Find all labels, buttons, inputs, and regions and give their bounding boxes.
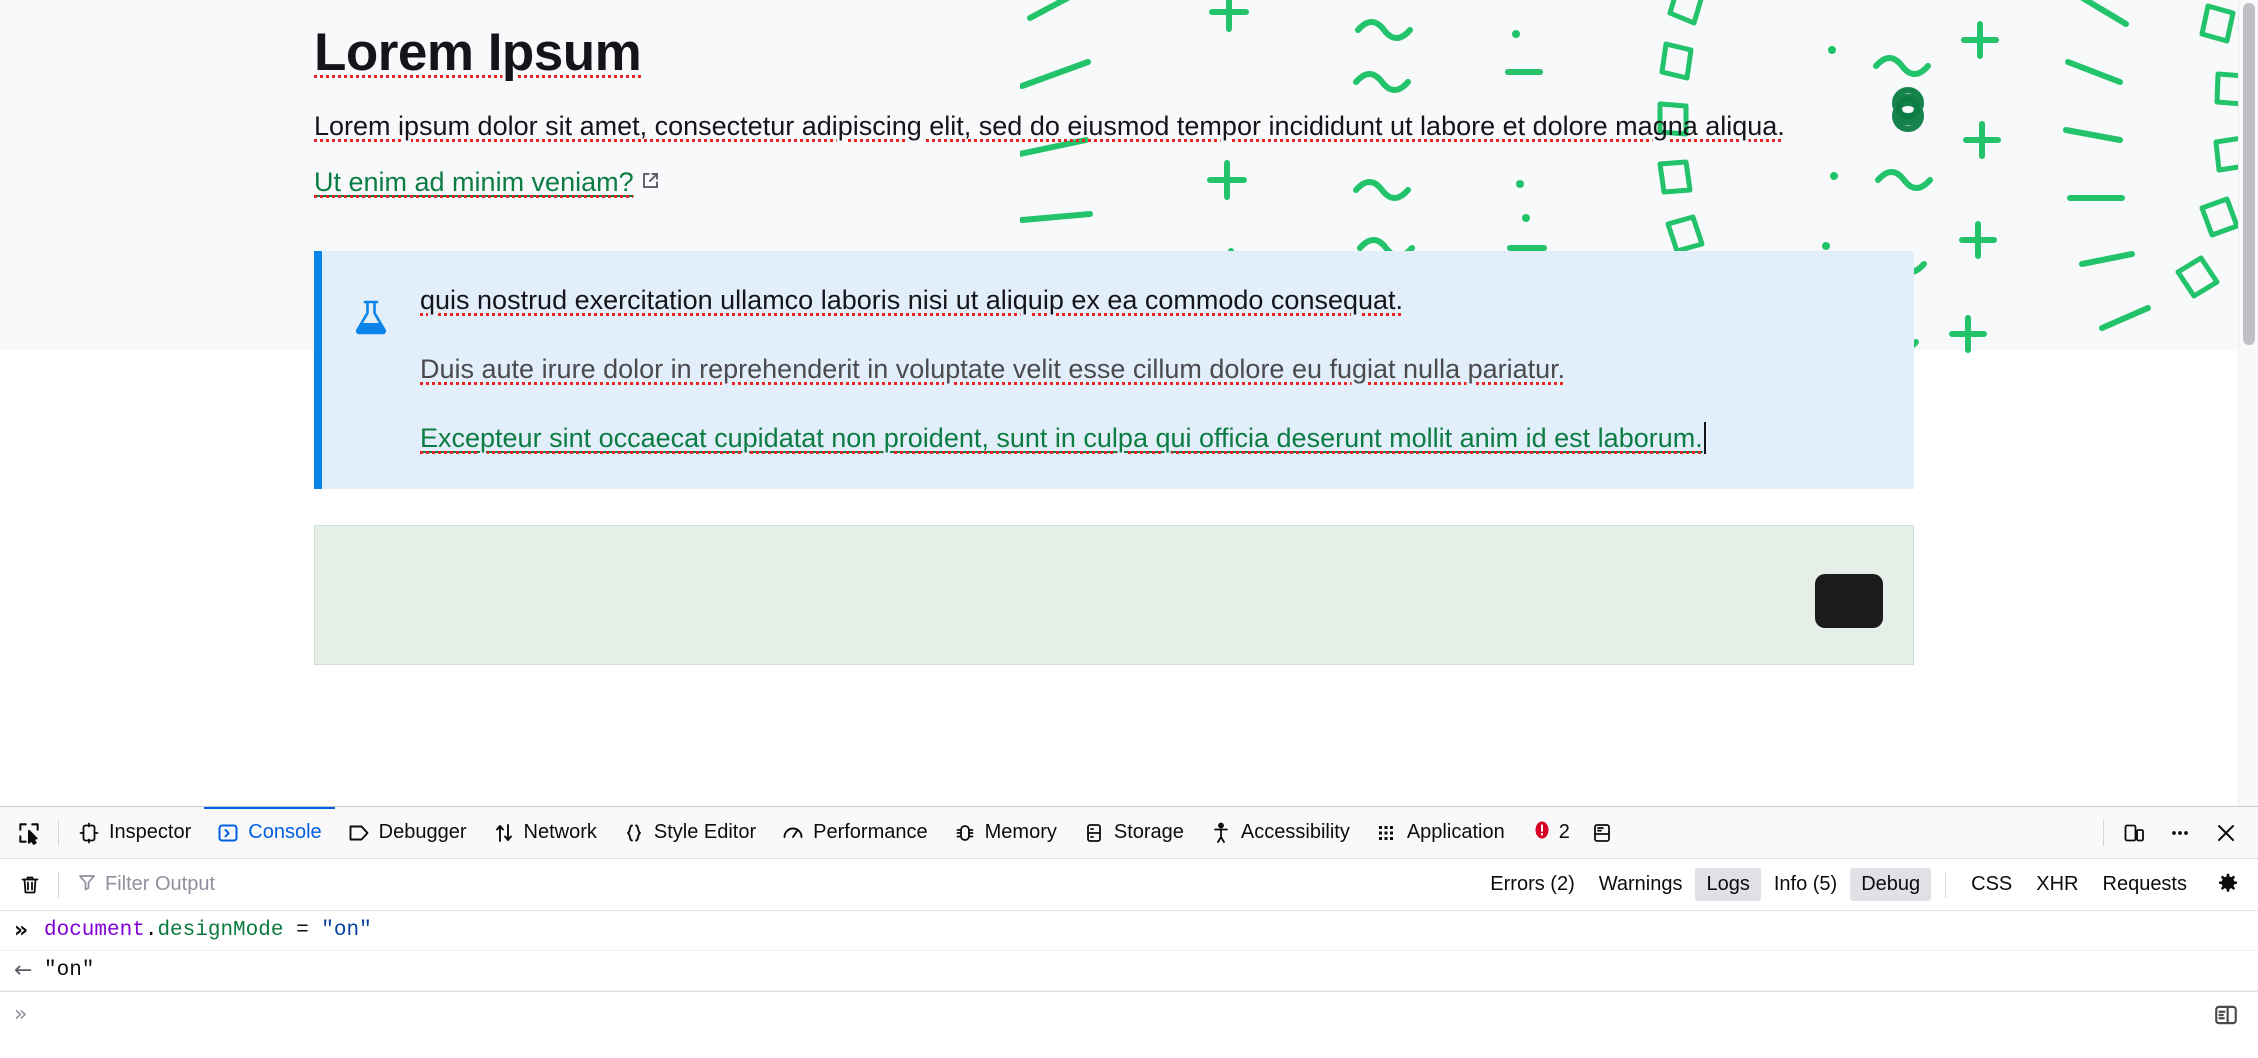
tab-memory-label: Memory [984,821,1057,843]
expression-dot: . [144,919,158,942]
console-prompt[interactable]: » [0,991,2258,1037]
tab-storage-label: Storage [1113,821,1184,843]
toolbar-separator [58,819,59,846]
application-icon [1376,822,1398,844]
expression-value: "on" [321,919,372,942]
filter-warnings[interactable]: Warnings [1588,868,1694,901]
error-count-badge[interactable]: 2 [1522,820,1580,846]
expression-operator: = [283,919,322,942]
split-console-toggle-icon[interactable] [2208,997,2244,1033]
filterbar-separator [58,871,59,898]
page-scrollbar-thumb[interactable] [2243,3,2255,345]
close-icon[interactable] [2204,813,2248,853]
tab-network[interactable]: Network [480,807,610,858]
tab-storage[interactable]: Storage [1070,807,1197,858]
excepteur-link[interactable]: Excepteur sint occaecat cupidatat non pr… [420,423,1703,453]
console-filter-bar: Errors (2) Warnings Logs Info (5) Debug … [0,859,2258,911]
console-icon [217,822,239,844]
tab-performance[interactable]: Performance [769,807,941,858]
tab-console[interactable]: Console [204,807,334,858]
inspector-icon [78,822,100,844]
performance-icon [782,822,804,844]
tab-accessibility-label: Accessibility [1240,821,1350,843]
tab-debugger[interactable]: Debugger [335,807,480,858]
split-console-icon[interactable] [1580,813,1624,853]
callout-paragraph-1: quis nostrud exercitation ullamco labori… [420,284,1404,315]
lead-link-line: Ut enim ad minim veniam? [314,162,1924,203]
page-scrollbar[interactable] [2238,0,2258,806]
accessibility-icon [1210,822,1232,844]
console-output: » document.designMode = "on" ← "on" [0,911,2258,991]
filter-info[interactable]: Info (5) [1763,868,1848,901]
storage-icon [1083,822,1105,844]
gear-icon[interactable] [2208,866,2248,904]
style-editor-icon [623,822,645,844]
error-count-label: 2 [1558,821,1570,843]
debugger-icon [348,822,370,844]
tab-style-editor[interactable]: Style Editor [610,807,769,858]
filter-debug[interactable]: Debug [1850,868,1932,901]
callout-paragraph-2: Duis aute irure dolor in reprehenderit i… [420,353,1566,384]
document-content: Lorem Ipsum Lorem ipsum dolor sit amet, … [314,0,1924,665]
filter-errors[interactable]: Errors (2) [1479,868,1585,901]
return-arrow-icon: ← [14,958,33,983]
lead-paragraph: Lorem ipsum dolor sit amet, consectetur … [314,110,1785,141]
tab-performance-label: Performance [813,821,928,843]
tab-inspector-label: Inspector [109,821,192,843]
minim-veniam-link[interactable]: Ut enim ad minim veniam? [314,167,634,197]
trash-icon[interactable] [8,866,52,904]
filter-logs[interactable]: Logs [1695,868,1761,901]
error-badge-icon [1532,820,1552,846]
tab-inspector[interactable]: Inspector [65,807,204,858]
more-options-icon[interactable] [2158,813,2202,853]
note-callout: quis nostrud exercitation ullamco labori… [314,250,1914,489]
tab-application-label: Application [1406,821,1505,843]
page-title: Lorem Ipsum [314,23,642,82]
tab-debugger-label: Debugger [378,821,467,843]
tab-style-editor-label: Style Editor [653,821,757,843]
input-arrow-icon: » [14,918,29,943]
network-icon [493,822,515,844]
console-result-value: "on" [44,959,95,982]
filter-requests[interactable]: Requests [2092,868,2199,901]
console-result-row[interactable]: ← "on" [0,951,2258,991]
page-scroll-area: Lorem Ipsum Lorem ipsum dolor sit amet, … [0,0,2238,806]
filter-buttons: Errors (2) Warnings Logs Info (5) Debug … [1479,868,2198,901]
tab-console-label: Console [248,821,322,843]
devtools-toolbar: Inspector Console Debugger Network Style… [0,807,2258,859]
filter-input-wrap[interactable] [77,872,1479,898]
flask-icon [354,299,388,335]
element-picker-icon[interactable] [6,813,52,853]
filter-icon [77,872,97,898]
text-caret [1703,421,1706,454]
tab-application[interactable]: Application [1363,807,1518,858]
toolbar-separator-right [2103,819,2104,846]
devtools-toolbar-right [2097,813,2258,853]
console-expression: document.designMode = "on" [44,919,372,942]
search-input[interactable] [105,873,505,896]
memory-icon [954,822,976,844]
devtools-panel: Inspector Console Debugger Network Style… [0,806,2258,1058]
tab-memory[interactable]: Memory [941,807,1070,858]
browser-viewport: Lorem Ipsum Lorem ipsum dolor sit amet, … [0,0,2258,806]
callout-link-paragraph: Excepteur sint occaecat cupidatat non pr… [420,419,1878,459]
filter-css[interactable]: CSS [1960,868,2023,901]
cta-green-box [314,524,1914,665]
responsive-design-mode-icon[interactable] [2112,813,2156,853]
prompt-arrow-icon: » [14,1002,28,1027]
callout-text: quis nostrud exercitation ullamco labori… [420,281,1878,459]
tab-accessibility[interactable]: Accessibility [1197,807,1363,858]
expression-object: document [44,919,145,942]
external-link-icon [641,162,660,189]
filter-xhr[interactable]: XHR [2025,868,2089,901]
console-input-row[interactable]: » document.designMode = "on" [0,911,2258,951]
tab-network-label: Network [523,821,597,843]
green-box-button[interactable] [1815,573,1883,628]
filter-separator [1945,871,1947,898]
expression-property: designMode [157,919,284,942]
